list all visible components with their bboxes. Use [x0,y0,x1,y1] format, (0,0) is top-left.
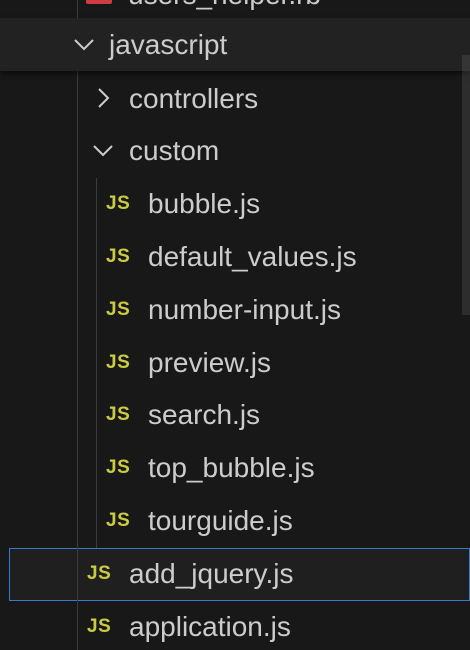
tree-item-label: application.js [129,611,291,642]
javascript-file-icon: JS [87,616,112,637]
tree-folder-custom[interactable]: custom [0,124,470,177]
tree-item-file-selected[interactable]: JS add_jquery.js [9,548,470,601]
ruby-file-icon [86,0,112,4]
tree-item-file[interactable]: JS search.js [0,388,470,441]
javascript-file-icon: JS [106,352,131,373]
javascript-file-icon: JS [87,563,112,584]
tree-item-label: default_values.js [148,241,357,272]
tree-item-file[interactable]: JS application.js [0,600,470,650]
tree-item-file[interactable]: JS number-input.js [0,283,470,336]
tree-folder-label: javascript [109,29,228,60]
tree-folder-label: custom [129,135,220,166]
chevron-right-icon [90,72,118,125]
tree-item-file[interactable]: JS preview.js [0,336,470,389]
tree-item-file[interactable]: JS bubble.js [0,177,470,230]
tree-item-file[interactable]: JS top_bubble.js [0,441,470,494]
chevron-down-icon [89,124,117,177]
tree-item-file[interactable]: JS default_values.js [0,230,470,283]
javascript-file-icon: JS [106,404,131,425]
tree-item-label: preview.js [148,347,271,378]
tree-item-label: search.js [148,399,261,430]
tree-folder-controllers[interactable]: controllers [0,72,470,125]
indent-guide [77,0,78,650]
javascript-file-icon: JS [106,457,131,478]
file-explorer-tree: users_helper.rb javascript controllers c… [0,0,470,650]
tree-item-label: bubble.js [148,188,261,219]
tree-item-users-helper[interactable]: users_helper.rb [0,0,470,14]
chevron-down-icon [70,18,98,71]
tree-folder-label: controllers [129,83,259,114]
tree-item-label: tourguide.js [148,505,293,536]
javascript-file-icon: JS [106,299,131,320]
tree-folder-javascript[interactable]: javascript [0,18,470,71]
indent-guide [96,178,97,548]
tree-item-label: top_bubble.js [148,452,315,483]
tree-item-file[interactable]: JS tourguide.js [0,494,470,547]
javascript-file-icon: JS [106,193,131,214]
javascript-file-icon: JS [106,246,131,267]
vertical-scrollbar[interactable] [462,55,470,315]
tree-item-label: number-input.js [148,294,341,325]
tree-item-label: add_jquery.js [129,558,294,589]
javascript-file-icon: JS [106,510,131,531]
